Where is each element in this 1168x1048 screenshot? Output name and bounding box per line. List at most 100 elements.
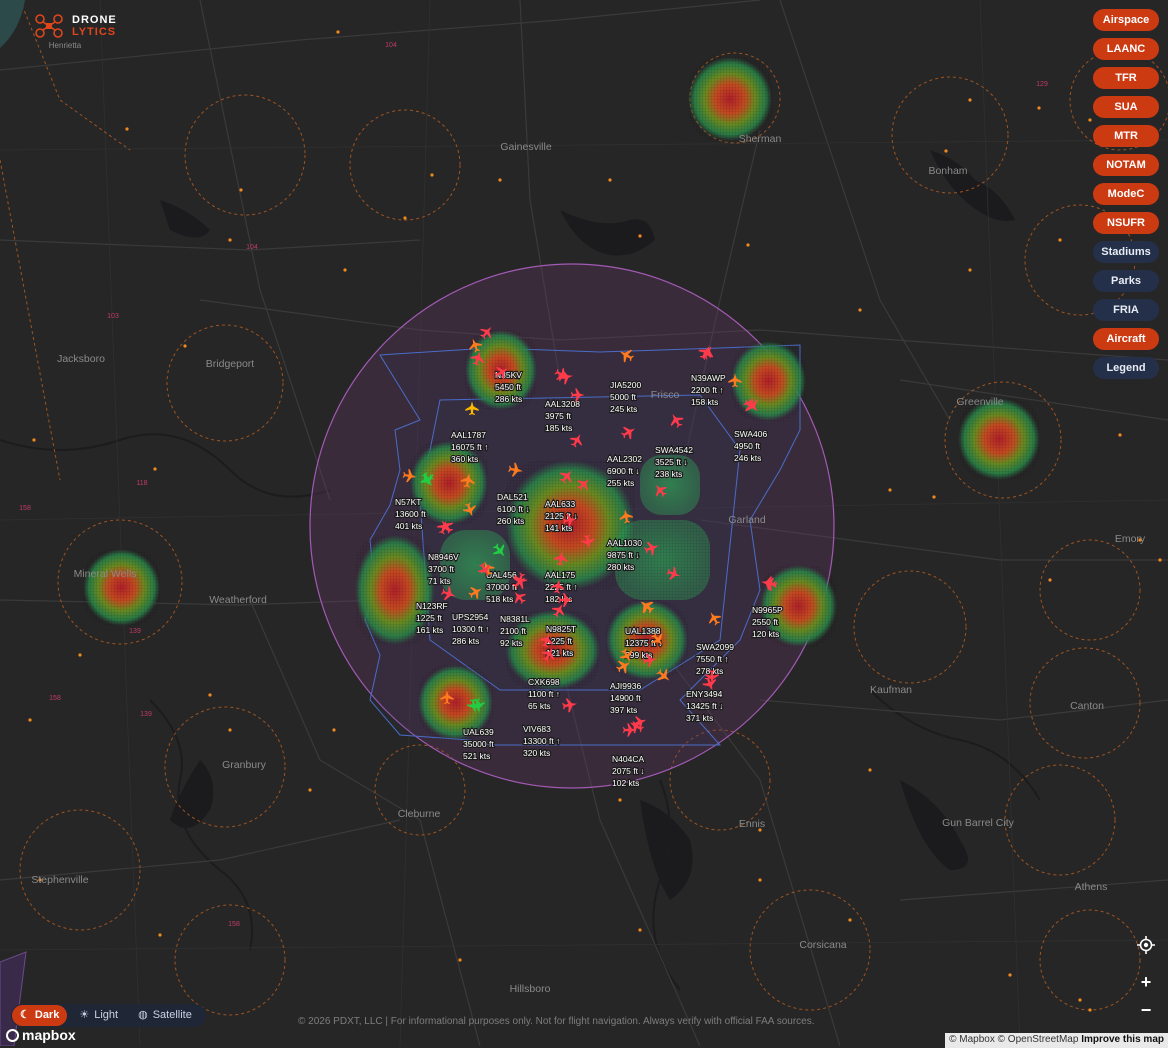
place-label: Sherman [739,133,782,145]
aircraft-callsign-label: UAL456 [486,570,517,580]
aircraft-alt-label: 5000 ft [610,392,637,402]
globe-icon: ◍ [138,1009,148,1021]
attrib-mapbox-link[interactable]: © Mapbox [949,1034,995,1045]
aircraft-speed-label: 280 kts [607,562,634,572]
place-label: Athens [1075,881,1108,893]
layer-toggle-aircraft[interactable]: Aircraft [1093,328,1159,350]
aircraft-speed-label: 371 kts [686,713,713,723]
aircraft-speed-label: 518 kts [486,594,513,604]
place-label: Mineral Wells [74,568,137,580]
aircraft-alt-label: 4950 ft [734,441,761,451]
layer-toggle-fria[interactable]: FRIA [1093,299,1159,321]
aircraft-speed-label: 320 kts [523,748,550,758]
heat-mineral-wells [83,549,160,626]
aircraft-callsign-label: AAL1030 [607,538,642,548]
aircraft-callsign-label: AJI9936 [610,681,641,691]
aircraft-callsign-label: SWA4542 [655,445,693,455]
mapbox-icon [6,1028,19,1042]
aircraft-alt-label: 1225 ft [416,613,443,623]
aircraft-callsign-label: N57KT [395,497,421,507]
place-label: Corsicana [799,939,846,951]
layer-toggle-airspace[interactable]: Airspace [1093,9,1159,31]
place-label: Gainesville [500,141,552,153]
style-dark-label: Dark [34,1009,60,1021]
improve-map-link[interactable]: Improve this map [1081,1034,1164,1045]
road-shield: 118 [136,480,147,487]
place-label: Bonham [928,165,967,177]
aircraft-callsign-label: AAL2302 [607,454,642,464]
aircraft-alt-label: 2550 ft [752,617,779,627]
mapbox-wordmark: mapbox [22,1027,76,1043]
aircraft-callsign-label: SWA2099 [696,642,734,652]
aircraft-speed-label: 260 kts [497,516,524,526]
aircraft-speed-label: 521 kts [463,751,490,761]
place-label: Gun Barrel City [942,817,1015,829]
place-label: Jacksboro [57,353,105,365]
aircraft-callsign-label: AAL633 [545,499,576,509]
aircraft-alt-label: 13600 ft [395,509,426,519]
layer-toggle-notam[interactable]: NOTAM [1093,154,1159,176]
aircraft-callsign-label: UAL639 [463,727,494,737]
aircraft-speed-label: 102 kts [612,778,639,788]
place-label: Henrietta [49,41,82,50]
style-light-button[interactable]: ☀ Light [71,1005,126,1026]
aircraft-callsign-label: SWA406 [734,429,768,439]
zoom-out-button[interactable]: − [1133,997,1159,1023]
layer-toggle-sua[interactable]: SUA [1093,96,1159,118]
road-shield: 129 [1036,81,1048,88]
aircraft-alt-label: 6900 ft ↓ [607,466,640,476]
moon-icon: ☾ [20,1009,30,1021]
aircraft-callsign-label: N8946V [428,552,459,562]
layer-toggle-nsufr[interactable]: NSUFR [1093,212,1159,234]
aircraft-callsign-label: AAL175 [545,570,576,580]
heat-greenville [958,398,1040,480]
aircraft-alt-label: 35000 ft [463,739,494,749]
attrib-osm-link[interactable]: © OpenStreetMap [998,1034,1079,1045]
style-satellite-button[interactable]: ◍ Satellite [130,1005,200,1026]
road-shield: 158 [49,695,61,702]
brand-line-1: DRONE [72,14,117,26]
layer-toggle-legend[interactable]: Legend [1093,357,1159,379]
aircraft-speed-label: 161 kts [416,625,443,635]
layer-toggle-parks[interactable]: Parks [1093,270,1159,292]
place-label: Cleburne [398,808,441,820]
road-shield: 158 [19,505,31,512]
aircraft-callsign-label: N9825T [546,624,576,634]
layer-toggle-modec[interactable]: ModeC [1093,183,1159,205]
aircraft-alt-label: 16075 ft ↑ [451,442,488,452]
style-dark-button[interactable]: ☾ Dark [12,1005,68,1026]
locate-button[interactable] [1133,932,1159,958]
aircraft-alt-label: 6100 ft ↓ [497,504,530,514]
layer-toggle-laanc[interactable]: LAANC [1093,38,1159,60]
aircraft-alt-label: 5450 ft [495,382,522,392]
aircraft-callsign-label: UPS2954 [452,612,489,622]
aircraft-speed-label: 286 kts [495,394,522,404]
place-label: Granbury [222,759,267,771]
aircraft-speed-label: 65 kts [528,701,551,711]
road-shield: 139 [140,711,152,718]
layer-toggle-stadiums[interactable]: Stadiums [1093,241,1159,263]
road-shield: 139 [129,628,141,635]
aircraft-alt-label: 37000 ft [486,582,517,592]
heat-mckinney [731,341,806,421]
layer-toggle-mtr[interactable]: MTR [1093,125,1159,147]
place-label: Frisco [651,389,680,401]
layer-toggle-tfr[interactable]: TFR [1093,67,1159,89]
aircraft-callsign-label: JIA5200 [610,380,641,390]
aircraft-alt-label: 14900 ft [610,693,641,703]
aircraft-speed-label: 245 kts [610,404,637,414]
map-canvas[interactable]: Henrietta Gainesville Sherman Bonham Jacksbo… [0,0,1168,1046]
aircraft-speed-label: 141 kts [545,523,572,533]
aircraft-alt-label: 13425 ft ↓ [686,701,723,711]
aircraft-speed-label: 92 kts [500,638,523,648]
place-label: Stephenville [31,874,88,886]
mapbox-logo[interactable]: mapbox [6,1027,76,1043]
place-label: Emory [1115,533,1146,545]
place-label: Kaufman [870,684,912,696]
aircraft-speed-label: 120 kts [752,629,779,639]
layer-toggle-panel: Airspace LAANC TFR SUA MTR NOTAM ModeC NSUFR Sta… [1093,9,1159,379]
aircraft-callsign-label: N8381L [500,614,530,624]
zoom-in-button[interactable]: + [1133,969,1159,995]
aircraft-callsign-label: N39AWP [691,373,726,383]
aircraft-callsign-label: N404CA [612,754,644,764]
